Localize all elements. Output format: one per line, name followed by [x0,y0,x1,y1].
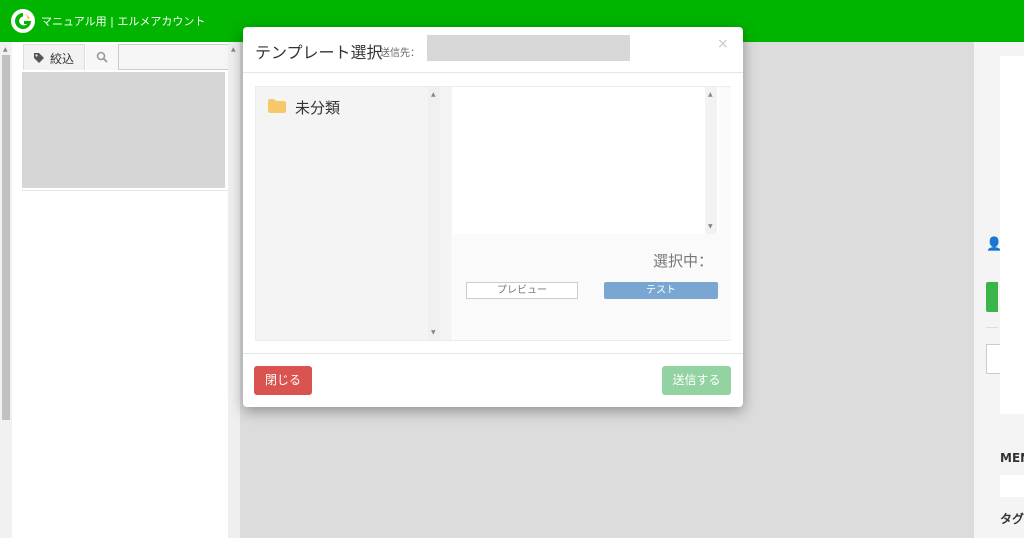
search-icon [96,51,108,63]
test-button[interactable]: テスト [604,282,718,299]
friend-detail-panel: 👤 MEN タグ [974,42,1024,538]
scroll-down-arrow-icon[interactable]: ▼ [431,329,436,336]
profile-card [1000,56,1024,414]
modal-header: テンプレート選択 送信先： × [243,27,743,73]
divider [986,327,998,328]
template-scrollbar[interactable]: ▲ ▼ [705,87,717,234]
recipient-label: 送信先： [380,48,420,59]
folder-label: 未分類 [295,99,341,117]
scroll-down-arrow-icon[interactable]: ▼ [708,223,713,230]
tag-heading: タグ [1000,512,1024,526]
scroll-up-arrow-icon[interactable]: ▲ [708,91,713,98]
selected-label: 選択中： [653,252,714,270]
search-input[interactable] [118,44,240,70]
modal-footer-divider [243,353,743,354]
tab-filter-label: 絞込 [50,52,75,66]
recipient-field [427,35,630,61]
scrollbar-thumb[interactable] [2,55,10,420]
scroll-up-arrow-icon[interactable]: ▲ [431,91,436,98]
menu-box[interactable] [1000,475,1024,497]
close-button[interactable]: 閉じる [254,366,312,395]
friend-list-panel: 絞込 ▲ [12,42,240,538]
folder-icon [268,99,286,113]
scroll-up-arrow-icon[interactable]: ▲ [3,46,8,53]
template-panel: ▲ ▼ 選択中： プレビュー テスト [453,87,731,340]
template-select-modal: テンプレート選択 送信先： × 未分類 ▲ ▼ ▲ ▼ 選択中： プレビュー テ… [243,27,743,407]
folder-list: 未分類 ▲ ▼ [256,87,452,340]
tab-search[interactable] [86,44,118,70]
menu-heading: MEN [1000,451,1024,465]
friend-list-item[interactable] [22,72,225,188]
preview-button[interactable]: プレビュー [466,282,578,299]
app-title[interactable]: マニュアル用 | エルメアカウント [41,13,205,29]
modal-body: 未分類 ▲ ▼ ▲ ▼ 選択中： プレビュー テスト [255,86,731,341]
modal-title: テンプレート選択 [255,43,383,62]
app-logo-icon[interactable] [11,9,35,33]
tag-icon [34,53,44,63]
close-icon[interactable]: × [717,36,729,52]
send-button[interactable]: 送信する [662,366,731,395]
status-select[interactable] [986,344,1000,374]
panel-scrollbar[interactable]: ▲ [228,42,240,538]
template-list[interactable] [453,87,719,234]
action-button[interactable] [986,282,998,312]
person-icon: 👤 [986,237,1003,252]
folder-scrollbar[interactable]: ▲ ▼ [428,87,440,340]
left-scrollbar[interactable]: ▲ [0,42,12,538]
scroll-up-arrow-icon[interactable]: ▲ [231,46,236,53]
tab-filter[interactable]: 絞込 [23,44,85,70]
divider [22,190,229,191]
